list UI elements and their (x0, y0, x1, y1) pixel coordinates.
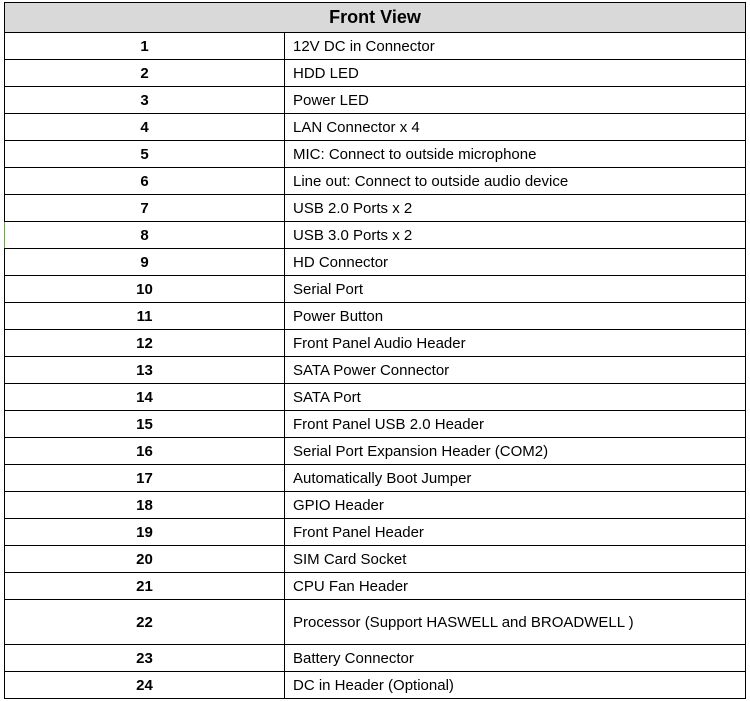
row-description: Line out: Connect to outside audio devic… (285, 168, 746, 195)
table-row: 18 GPIO Header (5, 492, 746, 519)
row-number: 8 (5, 222, 285, 249)
row-description: Front Panel Header (285, 519, 746, 546)
row-number: 15 (5, 411, 285, 438)
row-number: 1 (5, 33, 285, 60)
front-view-table-container: Front View 1 12V DC in Connector 2 HDD L… (4, 2, 746, 699)
row-number: 2 (5, 60, 285, 87)
row-number: 16 (5, 438, 285, 465)
row-description: Serial Port (285, 276, 746, 303)
row-description: 12V DC in Connector (285, 33, 746, 60)
row-number: 22 (5, 600, 285, 645)
row-description: DC in Header (Optional) (285, 672, 746, 699)
row-number: 24 (5, 672, 285, 699)
row-description: MIC: Connect to outside microphone (285, 141, 746, 168)
table-row: 13 SATA Power Connector (5, 357, 746, 384)
table-body: 1 12V DC in Connector 2 HDD LED 3 Power … (5, 33, 746, 699)
table-row: 9 HD Connector (5, 249, 746, 276)
table-row: 8 USB 3.0 Ports x 2 (5, 222, 746, 249)
row-number: 14 (5, 384, 285, 411)
row-number: 21 (5, 573, 285, 600)
table-row: 21 CPU Fan Header (5, 573, 746, 600)
table-row: 22 Processor (Support HASWELL and BROADW… (5, 600, 746, 645)
row-number: 7 (5, 195, 285, 222)
table-row: 3 Power LED (5, 87, 746, 114)
row-description: Processor (Support HASWELL and BROADWELL… (285, 600, 746, 645)
row-description: USB 2.0 Ports x 2 (285, 195, 746, 222)
table-row: 12 Front Panel Audio Header (5, 330, 746, 357)
row-number: 4 (5, 114, 285, 141)
row-description: SIM Card Socket (285, 546, 746, 573)
table-row: 17 Automatically Boot Jumper (5, 465, 746, 492)
table-row: 4 LAN Connector x 4 (5, 114, 746, 141)
row-description: Power LED (285, 87, 746, 114)
table-row: 19 Front Panel Header (5, 519, 746, 546)
table-row: 24 DC in Header (Optional) (5, 672, 746, 699)
table-row: 2 HDD LED (5, 60, 746, 87)
table-row: 11 Power Button (5, 303, 746, 330)
table-row: 23 Battery Connector (5, 645, 746, 672)
row-description: HD Connector (285, 249, 746, 276)
row-description: Front Panel Audio Header (285, 330, 746, 357)
table-row: 15 Front Panel USB 2.0 Header (5, 411, 746, 438)
row-number: 6 (5, 168, 285, 195)
row-number: 12 (5, 330, 285, 357)
table-row: 20 SIM Card Socket (5, 546, 746, 573)
table-row: 10 Serial Port (5, 276, 746, 303)
table-row: 1 12V DC in Connector (5, 33, 746, 60)
row-description: SATA Power Connector (285, 357, 746, 384)
row-number: 11 (5, 303, 285, 330)
table-row: 6 Line out: Connect to outside audio dev… (5, 168, 746, 195)
row-description: HDD LED (285, 60, 746, 87)
table-row: 16 Serial Port Expansion Header (COM2) (5, 438, 746, 465)
row-description: Serial Port Expansion Header (COM2) (285, 438, 746, 465)
row-description: LAN Connector x 4 (285, 114, 746, 141)
row-description: Automatically Boot Jumper (285, 465, 746, 492)
table-row: 7 USB 2.0 Ports x 2 (5, 195, 746, 222)
table-row: 5 MIC: Connect to outside microphone (5, 141, 746, 168)
row-number: 3 (5, 87, 285, 114)
row-description: CPU Fan Header (285, 573, 746, 600)
front-view-table: Front View 1 12V DC in Connector 2 HDD L… (4, 2, 746, 699)
row-number: 18 (5, 492, 285, 519)
row-number: 19 (5, 519, 285, 546)
row-number: 13 (5, 357, 285, 384)
row-description: Power Button (285, 303, 746, 330)
row-description: GPIO Header (285, 492, 746, 519)
row-number: 9 (5, 249, 285, 276)
row-number: 20 (5, 546, 285, 573)
row-number: 5 (5, 141, 285, 168)
row-number: 10 (5, 276, 285, 303)
row-number: 17 (5, 465, 285, 492)
row-description: USB 3.0 Ports x 2 (285, 222, 746, 249)
table-row: 14 SATA Port (5, 384, 746, 411)
row-description: Front Panel USB 2.0 Header (285, 411, 746, 438)
row-description: Battery Connector (285, 645, 746, 672)
table-title: Front View (5, 3, 746, 33)
row-description: SATA Port (285, 384, 746, 411)
row-number: 23 (5, 645, 285, 672)
